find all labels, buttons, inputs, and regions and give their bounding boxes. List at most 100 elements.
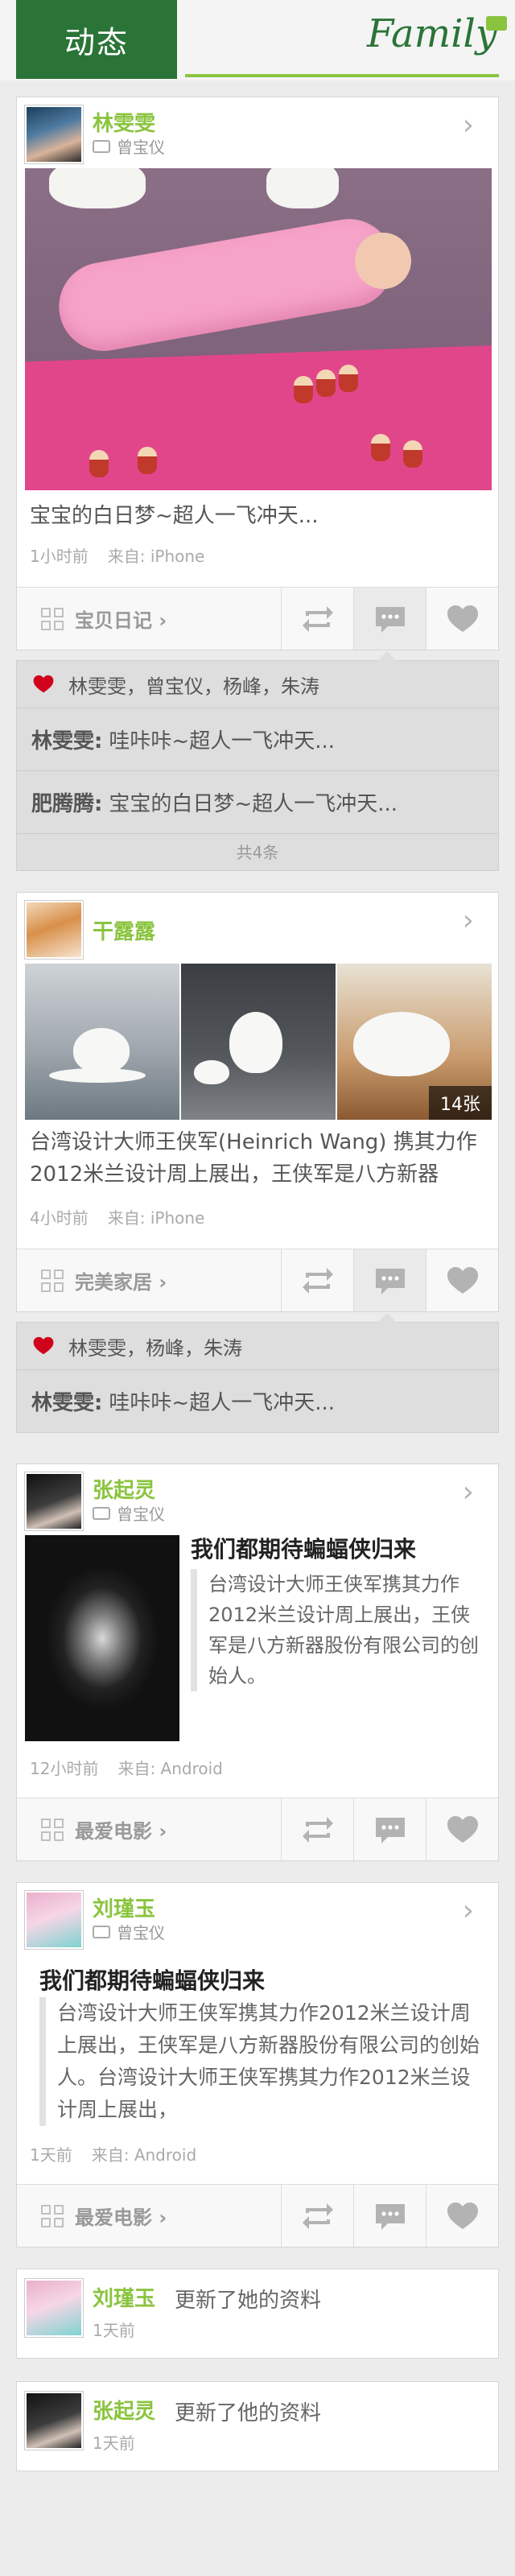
comment-icon	[375, 606, 405, 633]
comment-author[interactable]: 肥腾腾:	[31, 787, 102, 817]
post-time: 12小时前	[30, 1759, 99, 1778]
interaction-panel: 林雯雯，曾宝仪，杨峰，朱涛 林雯雯: 哇咔咔~超人一飞冲天... 肥腾腾: 宝宝…	[16, 651, 499, 871]
feed-post[interactable]: 张起灵 曾宝仪 › 我们都期待蝙蝠侠归来 台湾设计大师王侠军携其力作2012米兰…	[16, 1463, 499, 1861]
update-time: 1天前	[93, 2321, 135, 2340]
avatar[interactable]	[25, 1472, 83, 1530]
repost-user: 曾宝仪	[117, 1505, 165, 1524]
like-button[interactable]	[426, 2185, 498, 2247]
avatar[interactable]	[25, 105, 83, 163]
post-time: 1天前	[30, 2145, 72, 2165]
comment-icon	[375, 1817, 405, 1843]
feed-post[interactable]: 林雯雯 曾宝仪 › 宝宝的白日梦~超人一飞冲天... 1小时前 来自: iPhon…	[16, 97, 499, 650]
avatar[interactable]	[25, 2392, 83, 2450]
feed-post[interactable]: 干露露 › 14张 台湾设计大师王侠军(Heinrich Wang) 携其力作2…	[16, 892, 499, 1312]
comment-row[interactable]: 林雯雯: 哇咔咔~超人一飞冲天...	[17, 708, 498, 770]
grid-icon	[41, 1269, 64, 1292]
comment-icon	[375, 2203, 405, 2230]
tab-feed[interactable]: 动态	[16, 0, 177, 79]
repost-icon	[302, 605, 333, 632]
comment-button[interactable]	[353, 588, 426, 650]
action-bar: 宝贝日记 ›	[17, 587, 498, 650]
post-image-gallery[interactable]: 14张	[25, 964, 492, 1120]
repost-button[interactable]	[281, 588, 353, 650]
update-username[interactable]: 张起灵	[93, 2395, 155, 2425]
gallery-image[interactable]	[25, 964, 179, 1120]
gallery-image[interactable]: 14张	[337, 964, 492, 1120]
comment-button[interactable]	[353, 2185, 426, 2247]
grid-icon	[41, 2204, 64, 2227]
category-label: 完美家居 ›	[75, 1271, 167, 1294]
gallery-image[interactable]	[181, 964, 336, 1120]
chevron-right-icon[interactable]: ›	[463, 904, 474, 937]
repost-source: 曾宝仪	[93, 1501, 165, 1525]
category-link[interactable]: 最爱电影 ›	[17, 1798, 281, 1860]
avatar[interactable]	[25, 901, 83, 959]
update-username[interactable]: 刘瑾玉	[93, 2282, 155, 2312]
comment-row[interactable]: 林雯雯: 哇咔咔~超人一飞冲天...	[17, 1369, 498, 1432]
brand-logo: Family	[367, 11, 497, 56]
update-text: 更新了他的资料	[175, 2401, 322, 2425]
heart-icon	[447, 1815, 478, 1843]
like-button[interactable]	[426, 1249, 498, 1311]
heart-icon	[447, 1266, 478, 1294]
action-bar: 完美家居 ›	[17, 1249, 498, 1311]
repost-button[interactable]	[281, 2185, 353, 2247]
chevron-right-icon[interactable]: ›	[463, 1894, 474, 1927]
repost-icon	[302, 1816, 333, 1843]
repost-icon	[302, 2202, 333, 2229]
repost-button[interactable]	[281, 1249, 353, 1311]
post-username[interactable]: 刘瑾玉	[93, 1893, 155, 1922]
article-excerpt: 台湾设计大师王侠军携其力作2012米兰设计周上展出，王侠军是八方新器股份有限公司…	[191, 1569, 488, 1691]
article-title[interactable]: 我们都期待蝙蝠侠归来	[39, 1963, 265, 1996]
post-username[interactable]: 干露露	[93, 915, 155, 945]
brand-badge-icon	[486, 16, 507, 31]
repost-user: 曾宝仪	[117, 138, 165, 157]
repost-button[interactable]	[281, 1798, 353, 1860]
comment-author[interactable]: 林雯雯:	[31, 724, 102, 754]
comment-button[interactable]	[353, 1249, 426, 1311]
update-text: 更新了她的资料	[175, 2289, 322, 2313]
feed-post[interactable]: 刘瑾玉 曾宝仪 › 我们都期待蝙蝠侠归来 台湾设计大师王侠军携其力作2012米兰…	[16, 1882, 499, 2248]
comment-row[interactable]: 肥腾腾: 宝宝的白日梦~超人一飞冲天...	[17, 770, 498, 833]
category-link[interactable]: 最爱电影 ›	[17, 2185, 281, 2247]
post-meta: 1天前 来自: Android	[30, 2142, 196, 2165]
chevron-right-icon[interactable]: ›	[463, 1476, 474, 1509]
action-bar: 最爱电影 ›	[17, 2184, 498, 2247]
repost-icon	[93, 139, 110, 153]
action-bar: 最爱电影 ›	[17, 1798, 498, 1860]
post-username[interactable]: 张起灵	[93, 1474, 155, 1504]
comment-total-link[interactable]: 共4条	[17, 833, 498, 869]
comment-button[interactable]	[353, 1798, 426, 1860]
post-image[interactable]	[25, 1535, 179, 1741]
likes-row[interactable]: 林雯雯，曾宝仪，杨峰，朱涛	[17, 661, 498, 708]
avatar[interactable]	[25, 1891, 83, 1949]
comment-text: 哇咔咔~超人一飞冲天...	[109, 729, 335, 753]
repost-user: 曾宝仪	[117, 1923, 165, 1942]
likes-list: 林雯雯，曾宝仪，杨峰，朱涛	[68, 675, 319, 698]
avatar[interactable]	[25, 2279, 83, 2337]
profile-update[interactable]: 张起灵 更新了他的资料 1天前	[16, 2381, 499, 2471]
like-button[interactable]	[426, 588, 498, 650]
post-image[interactable]	[25, 168, 492, 490]
post-time: 1小时前	[30, 547, 89, 566]
repost-source: 曾宝仪	[93, 1920, 165, 1943]
comment-icon	[375, 1268, 405, 1294]
app-header: 动态 Family	[0, 0, 515, 80]
update-time: 1天前	[93, 2434, 135, 2453]
post-caption: 台湾设计大师王侠军(Heinrich Wang) 携其力作2012米兰设计周上展…	[30, 1130, 477, 1187]
post-username[interactable]: 林雯雯	[93, 107, 155, 137]
likes-row[interactable]: 林雯雯，杨峰，朱涛	[17, 1323, 498, 1369]
category-label: 宝贝日记 ›	[75, 609, 167, 632]
category-link[interactable]: 宝贝日记 ›	[17, 588, 281, 650]
comment-author[interactable]: 林雯雯:	[31, 1386, 102, 1416]
post-source: 来自: iPhone	[107, 547, 205, 566]
article-title[interactable]: 我们都期待蝙蝠侠归来	[191, 1532, 416, 1564]
category-link[interactable]: 完美家居 ›	[17, 1249, 281, 1311]
repost-icon	[93, 1925, 110, 1938]
profile-update[interactable]: 刘瑾玉 更新了她的资料 1天前	[16, 2268, 499, 2359]
repost-source: 曾宝仪	[93, 134, 165, 158]
heart-icon	[447, 605, 478, 632]
grid-icon	[41, 607, 64, 630]
chevron-right-icon[interactable]: ›	[463, 109, 474, 142]
like-button[interactable]	[426, 1798, 498, 1860]
